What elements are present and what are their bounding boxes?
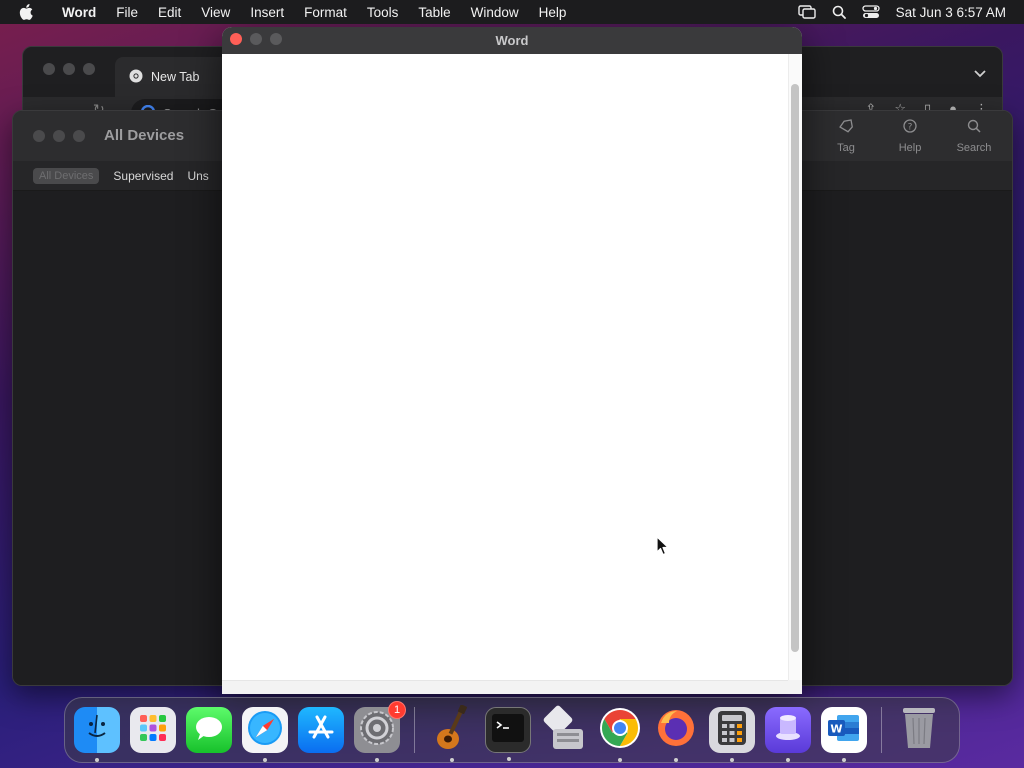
- word-vertical-scroll-thumb[interactable]: [791, 84, 799, 652]
- menu-window[interactable]: Window: [461, 5, 529, 20]
- menu-tools[interactable]: Tools: [357, 5, 409, 20]
- menu-view[interactable]: View: [191, 5, 240, 20]
- menu-file[interactable]: File: [106, 5, 148, 20]
- configurator-icon: [772, 712, 804, 749]
- dock-trash[interactable]: [896, 707, 942, 753]
- dock-running-indicator: [730, 758, 734, 762]
- dock-migration-assistant[interactable]: [541, 705, 587, 756]
- menu-bar: Word File Edit View Insert Format Tools …: [0, 0, 1024, 24]
- control-center-icon[interactable]: [862, 5, 880, 19]
- dock-running-indicator: [95, 758, 99, 762]
- dock-apple-configurator[interactable]: [765, 707, 811, 762]
- word-window-controls: [230, 33, 282, 45]
- dock-running-indicator: [450, 758, 454, 762]
- messages-icon: [193, 714, 225, 747]
- dock-running-indicator: [786, 758, 790, 762]
- firefox-icon: [655, 707, 697, 754]
- dock-finder[interactable]: [74, 707, 120, 762]
- migration-icon: [541, 705, 587, 756]
- dock-safari[interactable]: [242, 707, 288, 762]
- dock-running-indicator: [507, 757, 511, 761]
- chrome-window-controls: [43, 63, 95, 75]
- dock-firefox[interactable]: [653, 707, 699, 762]
- word-window-title: Word: [495, 33, 529, 48]
- chrome-tab-title: New Tab: [151, 70, 200, 84]
- configurator-zoom-button[interactable]: [73, 130, 85, 142]
- trash-icon: [901, 706, 937, 755]
- terminal-icon: [491, 713, 525, 748]
- menu-help[interactable]: Help: [529, 5, 577, 20]
- safari-icon: [246, 709, 284, 752]
- menu-app-name[interactable]: Word: [52, 5, 106, 20]
- word-document-area[interactable]: [222, 54, 788, 680]
- word-minimize-button[interactable]: [250, 33, 262, 45]
- dock-calculator[interactable]: [709, 707, 755, 762]
- dock-running-indicator: [263, 758, 267, 762]
- chrome-icon: [599, 707, 641, 754]
- chevron-down-icon[interactable]: [974, 65, 986, 83]
- configurator-title: All Devices: [104, 127, 185, 144]
- dock-garageband[interactable]: [429, 703, 475, 762]
- chrome-minimize-button[interactable]: [63, 63, 75, 75]
- chrome-zoom-button[interactable]: [83, 63, 95, 75]
- dock-app-store[interactable]: [298, 707, 344, 753]
- word-close-button[interactable]: [230, 33, 242, 45]
- toolbar-tag-button[interactable]: Tag: [818, 119, 874, 154]
- menubar-clock[interactable]: Sat Jun 3 6:57 AM: [896, 5, 1006, 20]
- notification-badge: 1: [388, 701, 406, 719]
- dock-chrome[interactable]: [597, 707, 643, 762]
- apple-menu-icon[interactable]: [0, 4, 52, 20]
- chrome-logo-icon: [129, 69, 143, 86]
- chrome-close-button[interactable]: [43, 63, 55, 75]
- dock-messages[interactable]: [186, 707, 232, 753]
- search-icon: [967, 119, 981, 136]
- toolbar-search-button[interactable]: Search: [946, 119, 1002, 154]
- menu-format[interactable]: Format: [294, 5, 357, 20]
- calculator-icon: [718, 710, 746, 750]
- toolbar-help-label: Help: [898, 142, 922, 154]
- dock-terminal[interactable]: [485, 707, 531, 761]
- dock-launchpad[interactable]: [130, 707, 176, 753]
- dock-running-indicator: [842, 758, 846, 762]
- toolbar-tag-label: Tag: [837, 142, 855, 154]
- word-zoom-button[interactable]: [270, 33, 282, 45]
- dock-running-indicator: [375, 758, 379, 762]
- tag-icon: [838, 119, 854, 136]
- toolbar-help-button[interactable]: ? Help: [882, 119, 938, 154]
- dock: 1 W: [64, 697, 960, 763]
- configurator-minimize-button[interactable]: [53, 130, 65, 142]
- dock-microsoft-word[interactable]: W: [821, 707, 867, 762]
- svg-text:W: W: [830, 722, 842, 735]
- svg-text:?: ?: [908, 123, 913, 133]
- dock-separator: [414, 707, 415, 753]
- finder-icon: [80, 711, 114, 750]
- menu-table[interactable]: Table: [408, 5, 460, 20]
- dock-system-preferences[interactable]: 1: [354, 701, 406, 762]
- dock-separator: [881, 707, 882, 753]
- menu-insert[interactable]: Insert: [240, 5, 294, 20]
- toolbar-search-label: Search: [956, 142, 992, 154]
- word-icon: W: [827, 713, 861, 748]
- word-titlebar[interactable]: Word: [222, 27, 802, 54]
- word-scroll-corner: [788, 680, 802, 694]
- dock-running-indicator: [618, 758, 622, 762]
- configurator-close-button[interactable]: [33, 130, 45, 142]
- dock-running-indicator: [674, 758, 678, 762]
- word-horizontal-scrollbar[interactable]: [222, 680, 788, 694]
- launchpad-icon: [137, 712, 169, 749]
- configurator-window-controls: [33, 130, 85, 142]
- filter-supervised[interactable]: Supervised: [113, 169, 173, 183]
- help-icon: ?: [903, 119, 917, 136]
- screen-mirroring-icon[interactable]: [797, 5, 816, 19]
- word-window: Word: [222, 27, 802, 694]
- menu-edit[interactable]: Edit: [148, 5, 191, 20]
- filter-all-devices[interactable]: All Devices: [33, 167, 100, 184]
- spotlight-search-icon[interactable]: [832, 5, 846, 19]
- app-store-icon: [306, 713, 336, 748]
- mouse-pointer-icon: [656, 536, 670, 561]
- filter-unsupervised[interactable]: Uns: [187, 169, 208, 183]
- garageband-icon: [432, 703, 472, 756]
- word-vertical-scrollbar[interactable]: [788, 54, 802, 680]
